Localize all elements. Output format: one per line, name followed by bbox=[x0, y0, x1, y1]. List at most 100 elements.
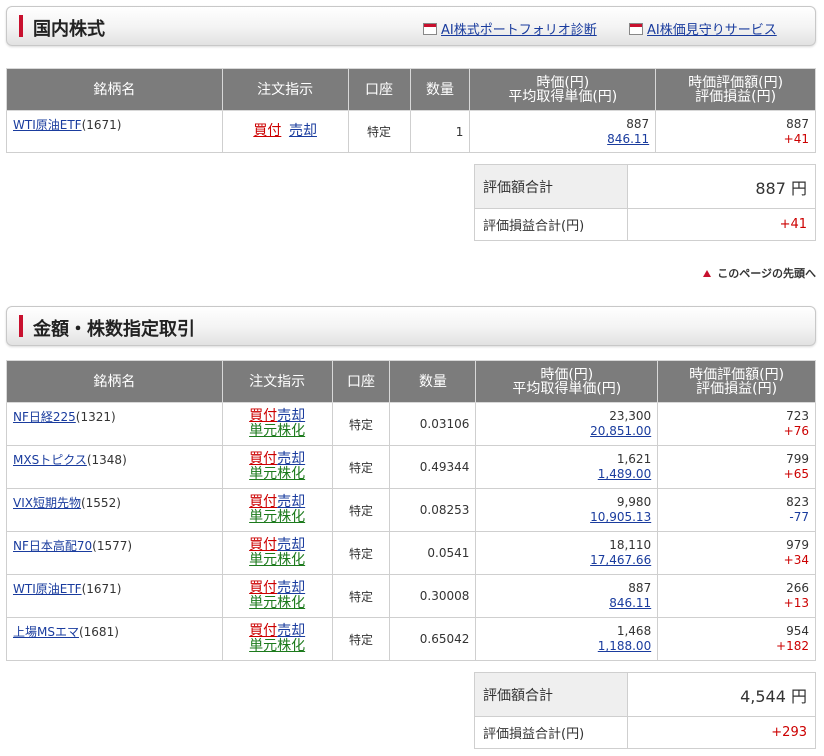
total-value-label: 評価額合計 bbox=[474, 672, 628, 717]
stock-name-link[interactable]: WTI原油ETF bbox=[13, 582, 82, 596]
sell-link[interactable]: 売却 bbox=[277, 408, 305, 424]
buy-link[interactable]: 買付 bbox=[249, 580, 277, 596]
pl-value: +65 bbox=[783, 467, 809, 481]
col-header-account: 口座 bbox=[331, 360, 391, 403]
buy-link[interactable]: 買付 bbox=[253, 123, 281, 139]
unit-share-link[interactable]: 単元株化 bbox=[249, 638, 305, 654]
buy-link[interactable]: 買付 bbox=[249, 623, 277, 639]
order-cell: 買付売却 単元株化 bbox=[221, 617, 333, 661]
order-cell: 買付売却 単元株化 bbox=[221, 402, 333, 446]
table-row: WTI原油ETF(1671) 買付売却 単元株化 特定 0.30008 887 846.11… bbox=[6, 574, 816, 618]
pl-value: +76 bbox=[783, 424, 809, 438]
sell-link[interactable]: 売却 bbox=[289, 123, 317, 139]
stock-name-cell: 上場MSエマ(1681) bbox=[6, 617, 223, 661]
section-header-domestic-stocks: 国内株式 AI株式ポートフォリオ診断 AI株価見守りサービス bbox=[6, 6, 816, 46]
col-header-price: 時価(円) 平均取得単価(円) bbox=[475, 360, 659, 403]
unit-share-link[interactable]: 単元株化 bbox=[249, 595, 305, 611]
unit-share-link[interactable]: 単元株化 bbox=[249, 423, 305, 439]
value-cell: 887 +41 bbox=[655, 110, 816, 153]
buy-link[interactable]: 買付 bbox=[249, 451, 277, 467]
buy-link[interactable]: 買付 bbox=[249, 494, 277, 510]
document-icon bbox=[629, 22, 643, 35]
col-header-name: 銘柄名 bbox=[6, 360, 223, 403]
stock-name-link[interactable]: 上場MSエマ bbox=[13, 625, 79, 639]
unit-share-link[interactable]: 単元株化 bbox=[249, 552, 305, 568]
avg-price-link[interactable]: 846.11 bbox=[476, 132, 649, 147]
stock-name-link[interactable]: WTI原油ETF bbox=[13, 118, 82, 132]
account-cell: 特定 bbox=[331, 617, 391, 661]
avg-price-link[interactable]: 1,489.00 bbox=[482, 467, 651, 482]
document-icon bbox=[423, 22, 437, 35]
page-top-link[interactable]: このページの先頭へ bbox=[703, 265, 816, 281]
avg-price-link[interactable]: 10,905.13 bbox=[482, 510, 651, 525]
qty-cell: 0.03106 bbox=[389, 402, 477, 446]
stock-name-link[interactable]: NF日経225 bbox=[13, 410, 76, 424]
total-value: 4,544 円 bbox=[627, 672, 816, 717]
price-cell: 887 846.11 bbox=[475, 574, 659, 618]
unit-share-link[interactable]: 単元株化 bbox=[249, 466, 305, 482]
total-value-label: 評価額合計 bbox=[474, 164, 628, 209]
stock-name-cell: VIX短期先物(1552) bbox=[6, 488, 223, 532]
avg-price-link[interactable]: 17,467.66 bbox=[482, 553, 651, 568]
avg-price-link[interactable]: 1,188.00 bbox=[482, 639, 651, 654]
stock-name-link[interactable]: NF日本高配70 bbox=[13, 539, 92, 553]
up-arrow-icon bbox=[703, 269, 712, 277]
sell-link[interactable]: 売却 bbox=[277, 580, 305, 596]
value-cell: 979 +34 bbox=[657, 531, 816, 575]
col-header-qty: 数量 bbox=[409, 68, 471, 111]
order-cell: 買付 売却 bbox=[221, 110, 349, 153]
col-header-order: 注文指示 bbox=[221, 68, 349, 111]
price-cell: 18,110 17,467.66 bbox=[475, 531, 659, 575]
col-header-order: 注文指示 bbox=[221, 360, 333, 403]
sell-link[interactable]: 売却 bbox=[277, 623, 305, 639]
buy-link[interactable]: 買付 bbox=[249, 537, 277, 553]
buy-link[interactable]: 買付 bbox=[249, 408, 277, 424]
sell-link[interactable]: 売却 bbox=[277, 537, 305, 553]
price-cell: 1,621 1,489.00 bbox=[475, 445, 659, 489]
pl-value: +182 bbox=[776, 639, 809, 653]
col-header-qty: 数量 bbox=[389, 360, 477, 403]
total-pl-value: +293 bbox=[627, 716, 816, 749]
account-cell: 特定 bbox=[331, 574, 391, 618]
order-cell: 買付売却 単元株化 bbox=[221, 574, 333, 618]
pl-value: -77 bbox=[789, 510, 809, 524]
price-cell: 887 846.11 bbox=[469, 110, 657, 153]
sell-link[interactable]: 売却 bbox=[277, 494, 305, 510]
stock-name-link[interactable]: VIX短期先物 bbox=[13, 496, 81, 510]
total-pl-label: 評価損益合計(円) bbox=[474, 208, 628, 241]
summary-box: 評価額合計 887 円 評価損益合計(円) +41 bbox=[474, 164, 816, 241]
price-cell: 23,300 20,851.00 bbox=[475, 402, 659, 446]
table-header-row: 銘柄名 注文指示 口座 数量 時価(円) 平均取得単価(円) 時価評価額(円) 評価… bbox=[6, 68, 816, 111]
pl-value: +13 bbox=[783, 596, 809, 610]
qty-cell: 0.30008 bbox=[389, 574, 477, 618]
qty-cell: 1 bbox=[409, 110, 471, 153]
avg-price-link[interactable]: 846.11 bbox=[482, 596, 651, 611]
col-header-value: 時価評価額(円) 評価損益(円) bbox=[657, 360, 816, 403]
unit-share-link[interactable]: 単元株化 bbox=[249, 509, 305, 525]
summary-box: 評価額合計 4,544 円 評価損益合計(円) +293 bbox=[474, 672, 816, 749]
stock-name-cell: NF日本高配70(1577) bbox=[6, 531, 223, 575]
stock-name-cell: NF日経225(1321) bbox=[6, 402, 223, 446]
col-header-price: 時価(円) 平均取得単価(円) bbox=[469, 68, 657, 111]
stock-name-cell: WTI原油ETF(1671) bbox=[6, 574, 223, 618]
qty-cell: 0.0541 bbox=[389, 531, 477, 575]
stock-name-cell: WTI原油ETF(1671) bbox=[6, 110, 223, 153]
section-accent-bar bbox=[19, 315, 23, 337]
value-cell: 723 +76 bbox=[657, 402, 816, 446]
ai-price-watch-link[interactable]: AI株価見守りサービス bbox=[629, 19, 777, 38]
col-header-account: 口座 bbox=[347, 68, 411, 111]
total-value: 887 円 bbox=[627, 164, 816, 209]
price-cell: 1,468 1,188.00 bbox=[475, 617, 659, 661]
account-cell: 特定 bbox=[331, 488, 391, 532]
sell-link[interactable]: 売却 bbox=[277, 451, 305, 467]
col-header-value: 時価評価額(円) 評価損益(円) bbox=[655, 68, 816, 111]
ai-portfolio-link[interactable]: AI株式ポートフォリオ診断 bbox=[423, 19, 597, 38]
account-cell: 特定 bbox=[347, 110, 411, 153]
table-row: NF日経225(1321) 買付売却 単元株化 特定 0.03106 23,300 20,8… bbox=[6, 402, 816, 446]
value-cell: 954 +182 bbox=[657, 617, 816, 661]
stock-name-link[interactable]: MXSトピクス bbox=[13, 453, 87, 467]
pl-value: +34 bbox=[783, 553, 809, 567]
table-row: VIX短期先物(1552) 買付売却 単元株化 特定 0.08253 9,980 10,90… bbox=[6, 488, 816, 532]
value-cell: 266 +13 bbox=[657, 574, 816, 618]
avg-price-link[interactable]: 20,851.00 bbox=[482, 424, 651, 439]
